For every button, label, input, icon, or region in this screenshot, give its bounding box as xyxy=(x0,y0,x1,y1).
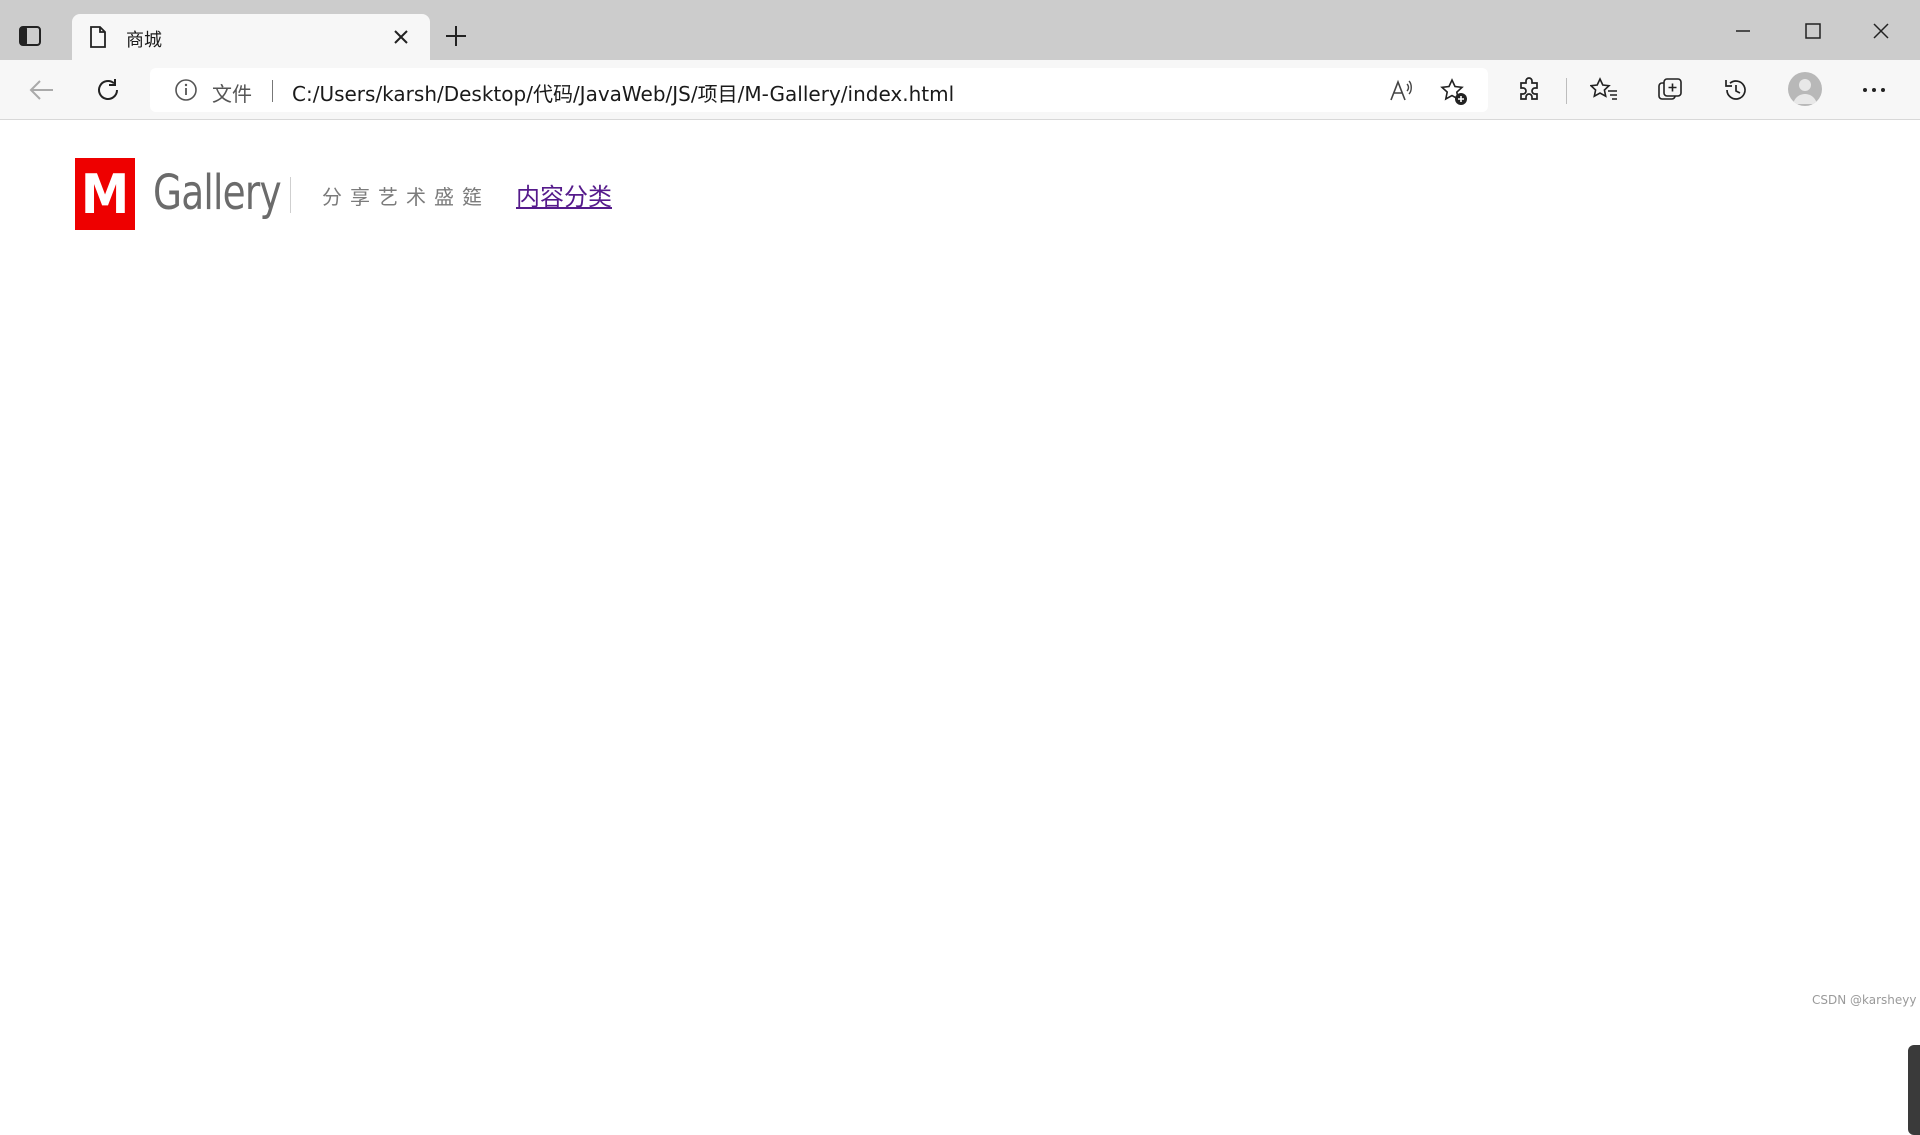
close-tab-icon[interactable] xyxy=(392,28,410,46)
site-slogan: 分享艺术盛筵 xyxy=(322,185,490,209)
back-arrow-icon[interactable] xyxy=(28,76,56,104)
new-tab-plus-icon[interactable] xyxy=(444,24,468,48)
tab-title: 商城 xyxy=(126,30,162,51)
scheme-label: 文件 xyxy=(212,82,252,106)
url-text[interactable]: C:/Users/karsh/Desktop/代码/JavaWeb/JS/项目/… xyxy=(292,78,954,107)
browser-toolbar: 文件 C:/Users/karsh/Desktop/代码/JavaWeb/JS/… xyxy=(0,60,1920,120)
tab-active[interactable]: 商城 xyxy=(72,14,430,60)
toolbar-divider xyxy=(1566,78,1567,104)
refresh-icon[interactable] xyxy=(94,76,122,104)
watermark: CSDN @karsheyy xyxy=(1812,993,1917,1007)
collections-icon[interactable] xyxy=(1656,76,1684,104)
read-aloud-icon[interactable] xyxy=(1388,78,1414,104)
history-icon[interactable] xyxy=(1722,76,1750,104)
tab-strip: 商城 xyxy=(0,0,1920,60)
nav-link-content-category[interactable]: 内容分类 xyxy=(516,177,612,212)
logo-name: Gallery xyxy=(153,165,282,221)
scheme-divider xyxy=(272,80,273,102)
info-icon[interactable] xyxy=(174,78,198,102)
page-icon xyxy=(88,26,108,48)
puzzle-icon[interactable] xyxy=(1516,76,1544,104)
window-edge xyxy=(1908,1045,1920,1135)
add-favorite-icon[interactable] xyxy=(1440,78,1467,105)
logo-mark: M xyxy=(75,158,135,230)
close-window-icon[interactable] xyxy=(1868,18,1894,44)
tab-actions-icon[interactable] xyxy=(18,24,42,48)
logo-divider xyxy=(290,177,291,213)
favorites-icon[interactable] xyxy=(1590,76,1618,104)
page-content: M Gallery 分享艺术盛筵 内容分类 CSDN @karsheyy xyxy=(0,121,1920,1135)
more-icon[interactable] xyxy=(1860,76,1888,104)
address-bar[interactable]: 文件 C:/Users/karsh/Desktop/代码/JavaWeb/JS/… xyxy=(150,68,1488,112)
minimize-icon[interactable] xyxy=(1730,18,1756,44)
maximize-icon[interactable] xyxy=(1800,18,1826,44)
profile-icon[interactable] xyxy=(1788,72,1822,106)
